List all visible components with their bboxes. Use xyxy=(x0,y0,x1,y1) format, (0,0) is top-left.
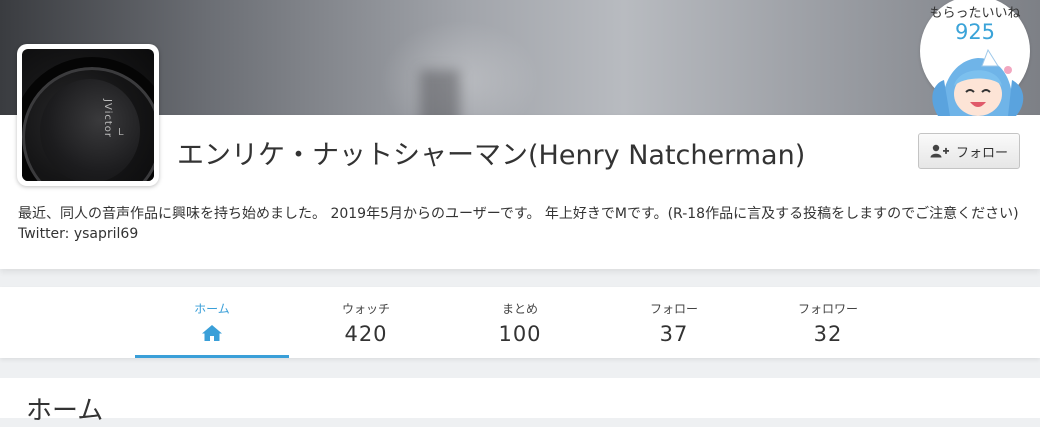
tab-followers[interactable]: フォロワー 32 xyxy=(751,287,905,358)
tab-watch-count: 420 xyxy=(344,322,388,346)
tab-matome-label: まとめ xyxy=(501,302,538,316)
profile-bio: 最近、同人の音声作品に興味を持ち始めました。 2019年5月からのユーザーです。… xyxy=(18,206,1019,242)
tab-following-count: 37 xyxy=(659,322,689,346)
headphone-cup xyxy=(40,79,140,181)
profile-name: エンリケ・ナットシャーマン(Henry Natcherman) xyxy=(177,140,806,171)
banner-shadow xyxy=(420,70,460,116)
home-section: ホーム xyxy=(0,378,1040,426)
tab-matome[interactable]: まとめ 100 xyxy=(443,287,597,358)
avatar-brand-text: JVictor xyxy=(102,99,113,138)
tab-home-label: ホーム xyxy=(194,302,230,316)
home-icon xyxy=(201,324,223,346)
follow-button-label: フォロー xyxy=(955,145,1008,161)
tab-following-label: フォロー xyxy=(649,302,698,316)
avatar[interactable]: JVictor L xyxy=(17,44,159,186)
tab-watch-label: ウォッチ xyxy=(341,302,390,316)
tab-home[interactable]: ホーム xyxy=(135,287,289,358)
tab-following[interactable]: フォロー 37 xyxy=(597,287,751,358)
section-title: ホーム xyxy=(26,396,104,426)
avatar-image: JVictor L xyxy=(22,49,154,181)
tab-followers-count: 32 xyxy=(813,322,843,346)
mascot-icon xyxy=(932,48,1024,116)
follow-button[interactable]: フォロー xyxy=(918,133,1020,169)
user-plus-icon xyxy=(930,144,950,158)
profile-tabs: ホーム ウォッチ 420 まとめ 100 フォロー 37 フォロワー 32 xyxy=(0,287,1040,358)
tab-matome-count: 100 xyxy=(498,322,542,346)
active-tab-indicator xyxy=(135,355,289,358)
banner-highlight xyxy=(380,20,540,116)
likes-label: もらったいいね xyxy=(929,6,1021,21)
tab-watch[interactable]: ウォッチ 420 xyxy=(289,287,443,358)
likes-count: 925 xyxy=(954,20,996,44)
avatar-mark: L xyxy=(118,127,124,138)
tab-followers-label: フォロワー xyxy=(797,302,858,316)
